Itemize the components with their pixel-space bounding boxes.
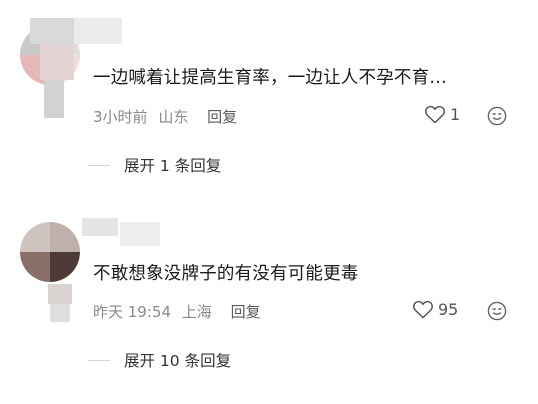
comment-time: 昨天 19:54 <box>93 303 171 321</box>
comment-item: 不敢想象没牌子的有没有可能更毒 昨天 19:54 上海 回复 95 展开 10 … <box>0 0 538 404</box>
smiley-face-icon <box>487 301 507 321</box>
like-count: 95 <box>438 299 459 319</box>
avatar[interactable] <box>20 222 80 282</box>
comment-text: 不敢想象没牌子的有没有可能更毒 <box>93 264 359 284</box>
comment-meta: 昨天 19:54 上海 回复 <box>93 301 261 322</box>
expand-replies-label: 展开 10 条回复 <box>124 352 232 370</box>
expand-replies-button[interactable]: 展开 10 条回复 <box>88 349 231 371</box>
reply-button[interactable]: 回复 <box>231 303 261 321</box>
emoji-reaction-button[interactable] <box>487 301 507 325</box>
divider-line <box>88 359 110 361</box>
like-button[interactable]: 95 <box>412 299 458 319</box>
heart-outline-icon <box>413 300 433 319</box>
comment-location: 上海 <box>181 303 212 321</box>
